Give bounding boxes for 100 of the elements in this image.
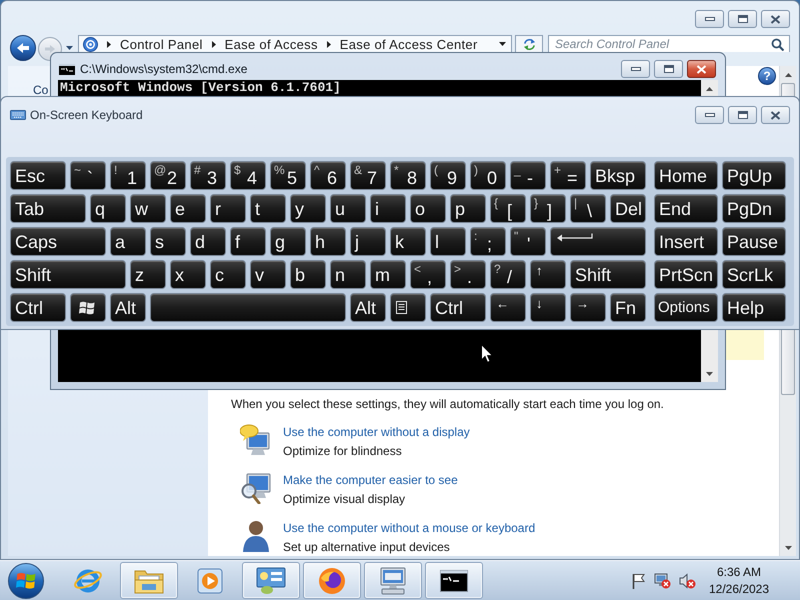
keyboard-key[interactable]: : ;	[470, 227, 506, 256]
keyboard-key[interactable]: s	[150, 227, 186, 256]
keyboard-key[interactable]: p	[450, 194, 486, 223]
maximize-button[interactable]	[654, 60, 683, 78]
close-button[interactable]	[687, 60, 716, 78]
keyboard-key[interactable]: q	[90, 194, 126, 223]
keyboard-key[interactable]: ~ `	[70, 161, 106, 190]
keyboard-key[interactable]: t	[250, 194, 286, 223]
keyboard-key[interactable]: # 3	[190, 161, 226, 190]
keyboard-key[interactable]: a	[110, 227, 146, 256]
breadcrumb-link[interactable]: Ease of Access	[224, 36, 318, 52]
keyboard-key[interactable]	[70, 293, 106, 322]
keyboard-key[interactable]: ←	[490, 293, 526, 322]
keyboard-key[interactable]: Shift	[10, 260, 126, 289]
keyboard-key[interactable]: b	[290, 260, 326, 289]
keyboard-key[interactable]: f	[230, 227, 266, 256]
keyboard-key[interactable]: > .	[450, 260, 486, 289]
address-bar[interactable]: Control Panel Ease of Access Ease of Access Center	[78, 35, 512, 52]
keyboard-key[interactable]: x	[170, 260, 206, 289]
keyboard-key[interactable]: ↓	[530, 293, 566, 322]
keyboard-key[interactable]: Fn	[610, 293, 646, 322]
maximize-button[interactable]	[728, 10, 757, 28]
breadcrumb-arrow-icon[interactable]	[326, 40, 331, 48]
keyboard-key[interactable]: } ]	[530, 194, 566, 223]
keyboard-key[interactable]: y	[290, 194, 326, 223]
keyboard-key[interactable]: e	[170, 194, 206, 223]
maximize-button[interactable]	[728, 106, 757, 124]
keyboard-key[interactable]: Caps	[10, 227, 106, 256]
keyboard-key[interactable]: < ,	[410, 260, 446, 289]
keyboard-key[interactable]: * 8	[390, 161, 426, 190]
keyboard-key[interactable]: c	[210, 260, 246, 289]
refresh-button[interactable]	[515, 35, 543, 52]
keyboard-key[interactable]: Ctrl	[430, 293, 486, 322]
breadcrumb-arrow-icon[interactable]	[212, 40, 216, 48]
keyboard-key[interactable]: Del	[610, 194, 646, 223]
option-link[interactable]: Make the computer easier to see	[283, 472, 458, 488]
minimize-button[interactable]	[695, 106, 724, 124]
keyboard-key[interactable]: ) 0	[470, 161, 506, 190]
keyboard-key[interactable]: ↑	[530, 260, 566, 289]
keyboard-key[interactable]: ( 9	[430, 161, 466, 190]
keyboard-key[interactable]: l	[430, 227, 466, 256]
keyboard-key[interactable]: End	[654, 194, 718, 223]
keyboard-key[interactable]: u	[330, 194, 366, 223]
network-error-icon[interactable]	[654, 572, 671, 588]
keyboard-key[interactable]: Alt	[110, 293, 146, 322]
spacebar-key[interactable]	[150, 293, 346, 322]
keyboard-key[interactable]: →	[570, 293, 606, 322]
taskbar-button[interactable]	[242, 562, 300, 599]
keyboard-key[interactable]: { [	[490, 194, 526, 223]
keyboard-key[interactable]: Insert	[654, 227, 718, 256]
keyboard-key[interactable]: _ -	[510, 161, 546, 190]
keyboard-key[interactable]: Esc	[10, 161, 66, 190]
sidebar-link[interactable]: Co	[33, 83, 48, 97]
keyboard-key[interactable]: " '	[510, 227, 546, 256]
keyboard-key[interactable]: d	[190, 227, 226, 256]
breadcrumb-link[interactable]: Control Panel	[120, 36, 203, 52]
keyboard-key[interactable]: + =	[550, 161, 586, 190]
keyboard-key[interactable]: r	[210, 194, 246, 223]
keyboard-key[interactable]: $ 4	[230, 161, 266, 190]
keyboard-key[interactable]: PgUp	[722, 161, 786, 190]
keyboard-key[interactable]: Alt	[350, 293, 386, 322]
keyboard-key[interactable]: ScrLk	[722, 260, 786, 289]
close-button[interactable]	[761, 106, 790, 124]
minimize-button[interactable]	[621, 60, 650, 78]
keyboard-key[interactable]: ^ 6	[310, 161, 346, 190]
speaker-muted-icon[interactable]	[679, 572, 696, 588]
keyboard-key[interactable]: Shift	[570, 260, 646, 289]
keyboard-key[interactable]: j	[350, 227, 386, 256]
keyboard-key[interactable]: ? /	[490, 260, 526, 289]
breadcrumb-link[interactable]: Ease of Access Center	[340, 36, 478, 52]
dropdown-arrow-icon[interactable]	[499, 42, 506, 46]
keyboard-key[interactable]: PrtScn	[654, 260, 718, 289]
keyboard-key[interactable]: g	[270, 227, 306, 256]
keyboard-key[interactable]: z	[130, 260, 166, 289]
keyboard-key[interactable]: m	[370, 260, 406, 289]
keyboard-key[interactable]: o	[410, 194, 446, 223]
keyboard-key[interactable]: @2	[150, 161, 186, 190]
keyboard-key[interactable]: Tab	[10, 194, 86, 223]
keyboard-key[interactable]: Pause	[722, 227, 786, 256]
keyboard-key[interactable]: Bksp	[590, 161, 646, 190]
keyboard-key[interactable]: & 7	[350, 161, 386, 190]
option-link[interactable]: Use the computer without a mouse or keyboard	[283, 520, 536, 536]
breadcrumb-arrow-icon[interactable]	[107, 40, 111, 48]
keyboard-key[interactable]: n	[330, 260, 366, 289]
keyboard-key[interactable]: i	[370, 194, 406, 223]
keyboard-key[interactable]: %5	[270, 161, 306, 190]
option-link[interactable]: Use the computer without a display	[283, 424, 470, 440]
keyboard-key[interactable]: ! 1	[110, 161, 146, 190]
keyboard-key[interactable]	[390, 293, 426, 322]
keyboard-key[interactable]: k	[390, 227, 426, 256]
keyboard-key[interactable]: Options	[654, 293, 718, 322]
minimize-button[interactable]	[695, 10, 724, 28]
taskbar-button[interactable]	[425, 562, 483, 599]
taskbar-button[interactable]	[303, 562, 361, 599]
flag-icon[interactable]	[632, 572, 646, 588]
keyboard-key[interactable]: Ctrl	[10, 293, 66, 322]
close-button[interactable]	[761, 10, 790, 28]
clock[interactable]: 6:36 AM 12/26/2023	[706, 564, 772, 598]
keyboard-key[interactable]: v	[250, 260, 286, 289]
keyboard-key[interactable]: PgDn	[722, 194, 786, 223]
